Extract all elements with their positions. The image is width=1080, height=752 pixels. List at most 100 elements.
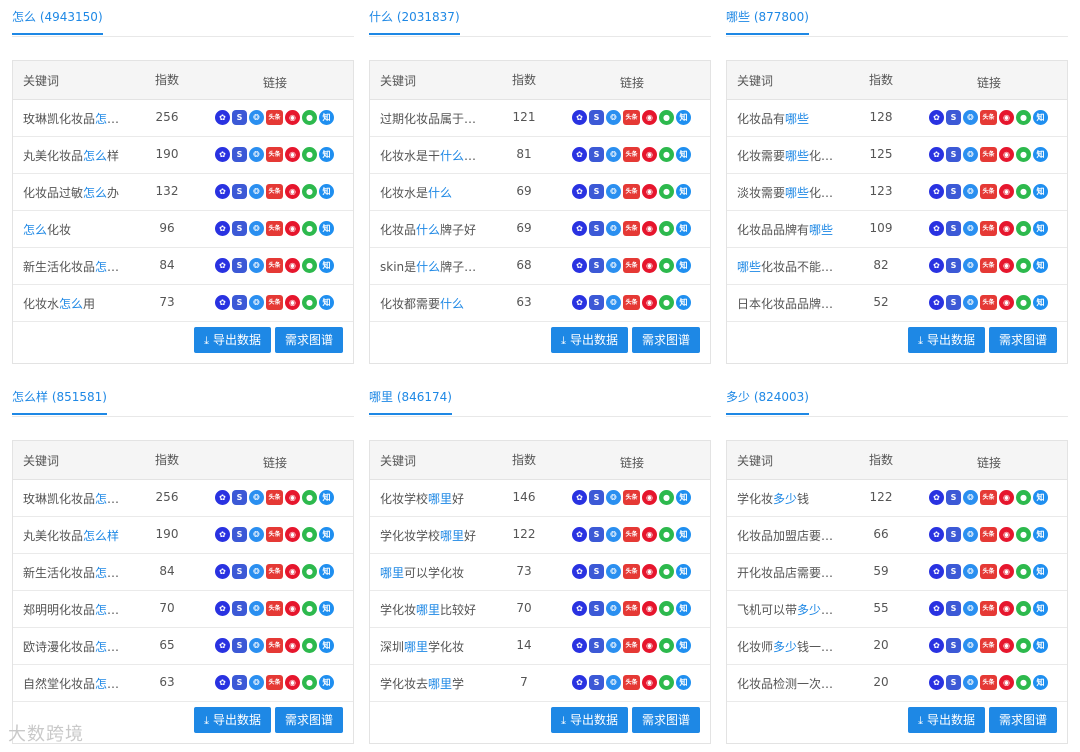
zhihu-icon[interactable]: 知 xyxy=(1033,258,1048,273)
keyword-link[interactable]: 化妆品检测一次… xyxy=(737,675,837,692)
baidu-icon[interactable]: ✿ xyxy=(215,295,230,310)
baidu-icon[interactable]: ✿ xyxy=(215,110,230,125)
so360-icon[interactable]: ❂ xyxy=(606,527,621,542)
weibo-icon[interactable]: ◉ xyxy=(642,258,657,273)
zhihu-icon[interactable]: 知 xyxy=(1033,638,1048,653)
toutiao-icon[interactable]: 头条 xyxy=(980,147,997,162)
weibo-icon[interactable]: ◉ xyxy=(642,675,657,690)
panel-title-tab[interactable]: 多少 (824003) xyxy=(726,388,809,415)
zhihu-icon[interactable]: 知 xyxy=(676,490,691,505)
zhihu-icon[interactable]: 知 xyxy=(1033,184,1048,199)
weibo-icon[interactable]: ◉ xyxy=(642,184,657,199)
weibo-icon[interactable]: ◉ xyxy=(285,258,300,273)
wechat-icon[interactable]: ● xyxy=(302,110,317,125)
wechat-icon[interactable]: ● xyxy=(1016,184,1031,199)
so360-icon[interactable]: ❂ xyxy=(606,221,621,236)
sogou-icon[interactable]: S xyxy=(946,601,961,616)
baidu-icon[interactable]: ✿ xyxy=(215,221,230,236)
toutiao-icon[interactable]: 头条 xyxy=(623,490,640,505)
baidu-icon[interactable]: ✿ xyxy=(572,638,587,653)
so360-icon[interactable]: ❂ xyxy=(249,675,264,690)
baidu-icon[interactable]: ✿ xyxy=(215,638,230,653)
so360-icon[interactable]: ❂ xyxy=(963,601,978,616)
toutiao-icon[interactable]: 头条 xyxy=(980,184,997,199)
keyword-link[interactable]: 丸美化妆品怎么样 xyxy=(23,527,123,544)
keyword-link[interactable]: skin是什么牌子… xyxy=(380,258,480,275)
weibo-icon[interactable]: ◉ xyxy=(999,527,1014,542)
sogou-icon[interactable]: S xyxy=(232,147,247,162)
wechat-icon[interactable]: ● xyxy=(1016,295,1031,310)
keyword-link[interactable]: 化妆品什么牌子好 xyxy=(380,221,480,238)
weibo-icon[interactable]: ◉ xyxy=(285,638,300,653)
zhihu-icon[interactable]: 知 xyxy=(1033,110,1048,125)
demand-graph-button[interactable]: 需求图谱 xyxy=(631,327,700,353)
toutiao-icon[interactable]: 头条 xyxy=(980,638,997,653)
so360-icon[interactable]: ❂ xyxy=(963,564,978,579)
so360-icon[interactable]: ❂ xyxy=(249,527,264,542)
weibo-icon[interactable]: ◉ xyxy=(285,221,300,236)
baidu-icon[interactable]: ✿ xyxy=(929,295,944,310)
zhihu-icon[interactable]: 知 xyxy=(676,110,691,125)
weibo-icon[interactable]: ◉ xyxy=(642,147,657,162)
toutiao-icon[interactable]: 头条 xyxy=(980,601,997,616)
toutiao-icon[interactable]: 头条 xyxy=(980,675,997,690)
baidu-icon[interactable]: ✿ xyxy=(929,675,944,690)
sogou-icon[interactable]: S xyxy=(589,295,604,310)
sogou-icon[interactable]: S xyxy=(232,184,247,199)
toutiao-icon[interactable]: 头条 xyxy=(623,675,640,690)
sogou-icon[interactable]: S xyxy=(946,490,961,505)
keyword-link[interactable]: 化妆品过敏怎么办 xyxy=(23,184,123,201)
weibo-icon[interactable]: ◉ xyxy=(999,490,1014,505)
wechat-icon[interactable]: ● xyxy=(659,295,674,310)
zhihu-icon[interactable]: 知 xyxy=(676,601,691,616)
zhihu-icon[interactable]: 知 xyxy=(319,110,334,125)
zhihu-icon[interactable]: 知 xyxy=(319,564,334,579)
keyword-link[interactable]: 化妆品品牌有哪些 xyxy=(737,221,837,238)
sogou-icon[interactable]: S xyxy=(589,638,604,653)
so360-icon[interactable]: ❂ xyxy=(249,638,264,653)
wechat-icon[interactable]: ● xyxy=(302,184,317,199)
weibo-icon[interactable]: ◉ xyxy=(999,675,1014,690)
toutiao-icon[interactable]: 头条 xyxy=(266,638,283,653)
sogou-icon[interactable]: S xyxy=(232,110,247,125)
baidu-icon[interactable]: ✿ xyxy=(572,675,587,690)
baidu-icon[interactable]: ✿ xyxy=(929,184,944,199)
so360-icon[interactable]: ❂ xyxy=(249,295,264,310)
toutiao-icon[interactable]: 头条 xyxy=(623,564,640,579)
toutiao-icon[interactable]: 头条 xyxy=(266,675,283,690)
toutiao-icon[interactable]: 头条 xyxy=(266,564,283,579)
toutiao-icon[interactable]: 头条 xyxy=(266,221,283,236)
keyword-link[interactable]: 淡妆需要哪些化… xyxy=(737,184,837,201)
keyword-link[interactable]: 化妆水是什么 xyxy=(380,184,480,201)
wechat-icon[interactable]: ● xyxy=(659,110,674,125)
wechat-icon[interactable]: ● xyxy=(1016,110,1031,125)
wechat-icon[interactable]: ● xyxy=(1016,675,1031,690)
sogou-icon[interactable]: S xyxy=(232,295,247,310)
sogou-icon[interactable]: S xyxy=(946,184,961,199)
sogou-icon[interactable]: S xyxy=(589,110,604,125)
sogou-icon[interactable]: S xyxy=(946,110,961,125)
wechat-icon[interactable]: ● xyxy=(302,490,317,505)
zhihu-icon[interactable]: 知 xyxy=(1033,490,1048,505)
wechat-icon[interactable]: ● xyxy=(659,675,674,690)
wechat-icon[interactable]: ● xyxy=(302,147,317,162)
toutiao-icon[interactable]: 头条 xyxy=(980,490,997,505)
zhihu-icon[interactable]: 知 xyxy=(676,564,691,579)
weibo-icon[interactable]: ◉ xyxy=(285,490,300,505)
sogou-icon[interactable]: S xyxy=(232,490,247,505)
so360-icon[interactable]: ❂ xyxy=(249,601,264,616)
sogou-icon[interactable]: S xyxy=(232,221,247,236)
so360-icon[interactable]: ❂ xyxy=(963,221,978,236)
so360-icon[interactable]: ❂ xyxy=(606,638,621,653)
baidu-icon[interactable]: ✿ xyxy=(215,147,230,162)
baidu-icon[interactable]: ✿ xyxy=(572,564,587,579)
weibo-icon[interactable]: ◉ xyxy=(999,258,1014,273)
toutiao-icon[interactable]: 头条 xyxy=(266,295,283,310)
keyword-link[interactable]: 开化妆品店需要… xyxy=(737,564,837,581)
keyword-link[interactable]: 飞机可以带多少… xyxy=(737,601,837,618)
so360-icon[interactable]: ❂ xyxy=(606,601,621,616)
wechat-icon[interactable]: ● xyxy=(302,601,317,616)
baidu-icon[interactable]: ✿ xyxy=(929,221,944,236)
weibo-icon[interactable]: ◉ xyxy=(642,601,657,616)
sogou-icon[interactable]: S xyxy=(589,675,604,690)
